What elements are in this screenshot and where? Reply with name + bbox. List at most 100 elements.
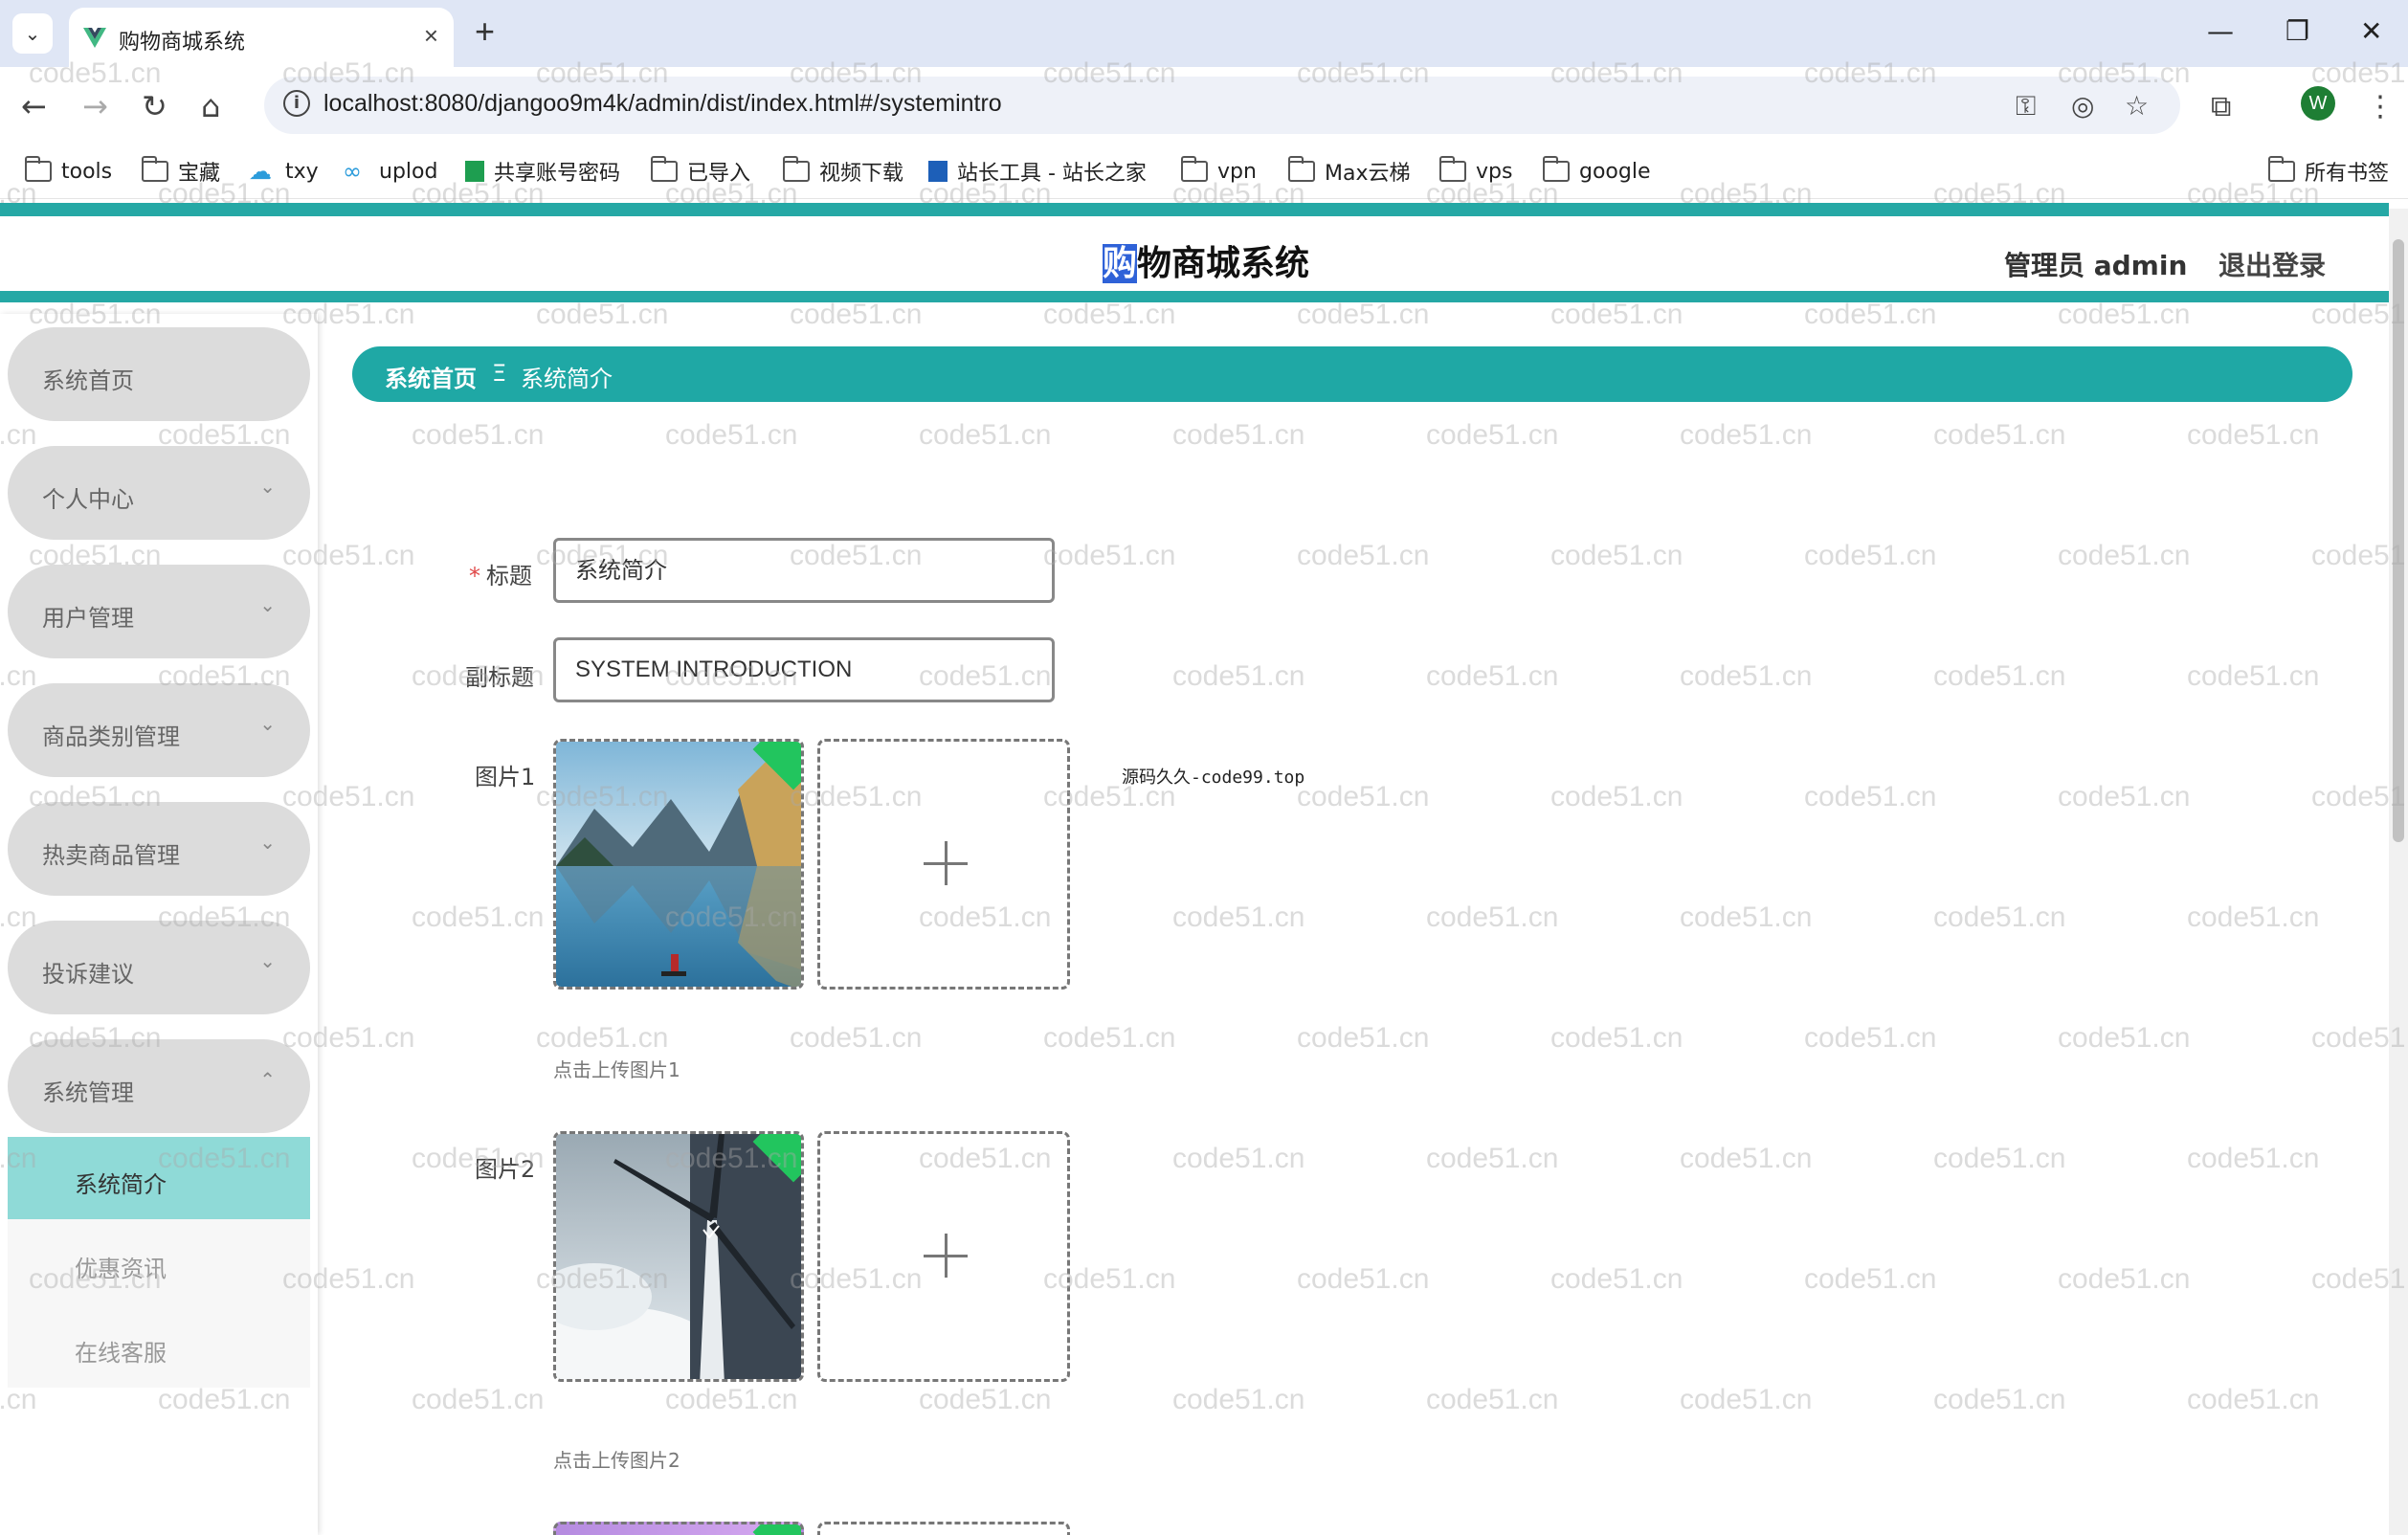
site-icon [928,161,948,182]
bookmark-tools[interactable]: tools [25,155,112,188]
home-icon[interactable]: ⌂ [201,88,220,124]
image1-thumbnail[interactable] [553,739,804,990]
scrollbar-thumb[interactable] [2393,239,2404,842]
bookmark-txy[interactable]: ☁ txy [249,155,319,188]
breadcrumb-home[interactable]: 系统首页 [385,360,477,393]
back-icon[interactable]: ← [21,88,47,124]
subtitle-field-label: 副标题 [465,664,534,691]
breadcrumb: 系统首页 Ξ 系统简介 [352,346,2352,402]
bookmark-uplod[interactable]: ∞ uplod [343,155,437,188]
subtitle-input[interactable]: SYSTEM INTRODUCTION [553,637,1055,702]
password-key-icon[interactable]: ⚿ [2016,90,2036,122]
sidebar-item-personal[interactable]: 个人中心 ⌄ [8,446,310,540]
bookmark-label: vpn [1217,159,1257,184]
bookmark-vps[interactable]: vps [1439,155,1512,188]
reload-icon[interactable]: ↻ [142,88,167,124]
header-top-stripe [0,203,2389,216]
sidebar-item-label: 用户管理 [42,605,134,632]
bookmark-label: 已导入 [687,162,751,186]
sidebar-item-categories[interactable]: 商品类别管理 ⌄ [8,683,310,777]
screenshot-icon[interactable]: ◎ [2071,90,2094,122]
folder-icon [783,156,810,182]
image3-thumbnail[interactable] [553,1522,804,1535]
menu-kebab-icon[interactable]: ⋮ [2366,90,2395,123]
bookmark-baozang[interactable]: 宝藏 [142,155,220,188]
bookmark-label: 宝藏 [178,162,221,186]
sidebar-item-label: 热卖商品管理 [42,842,180,869]
extensions-icon[interactable]: ⧉ [2211,90,2231,123]
submenu-item-online-service[interactable]: 在线客服 [8,1305,310,1388]
chevron-down-icon: ⌄ [24,22,41,45]
app-title-selected-char: 购 [1103,244,1138,283]
sidebar-item-label: 投诉建议 [42,961,134,988]
bookmark-max[interactable]: Max云梯 [1288,155,1410,188]
submenu-item-label: 在线客服 [75,1340,167,1367]
app-root: 购物商城系统 管理员 admin 退出登录 系统首页 个人中心 ⌄ 用户管理 ⌄ 商… [0,199,2408,1535]
restore-icon[interactable]: ❐ [2285,15,2309,47]
title-input[interactable]: 系统简介 [553,538,1055,603]
chevron-down-icon: ⌄ [259,593,276,616]
folder-icon [1181,156,1208,182]
image2-field-label: 图片2 [475,1156,536,1183]
browser-tab[interactable]: 购物商城系统 × [69,8,454,67]
bookmark-google[interactable]: google [1543,155,1651,188]
chevron-down-icon: ⌄ [259,949,276,972]
profile-avatar[interactable]: W [2301,86,2335,121]
image1-upload-button[interactable] [817,739,1070,990]
submenu-item-label: 系统简介 [75,1171,167,1198]
folder-icon [142,156,168,182]
url-text[interactable]: localhost:8080/djangoo9m4k/admin/dist/in… [323,90,1002,118]
sidebar-item-label: 商品类别管理 [42,723,180,750]
app-header: 购物商城系统 管理员 admin 退出登录 [0,216,2389,283]
tab-title: 购物商城系统 [119,31,246,55]
folder-icon [2268,156,2295,182]
bookmark-imported[interactable]: 已导入 [651,155,750,188]
bookmark-star-icon[interactable]: ☆ [2125,90,2149,122]
folder-icon [1439,156,1466,182]
lake-mountain-image [556,742,801,987]
image3-upload-button[interactable] [817,1522,1070,1535]
page-scrollbar[interactable] [2389,209,2408,1535]
close-window-icon[interactable]: ✕ [2360,15,2382,47]
folder-icon [1288,156,1315,182]
chevron-up-icon: ⌃ [259,1068,276,1091]
all-bookmarks[interactable]: 所有书签 [2268,155,2389,188]
sidebar-item-hot-products[interactable]: 热卖商品管理 ⌄ [8,802,310,896]
breadcrumb-current: 系统简介 [521,366,613,392]
image1-field-label: 图片1 [475,764,536,790]
bookmark-label: 站长工具 - 站长之家 [957,162,1147,186]
overlay-note: 源码久久-code99.top [1122,768,1305,788]
image2-upload-button[interactable] [817,1131,1070,1382]
logout-button[interactable]: 退出登录 [2218,245,2326,283]
submenu-item-system-intro[interactable]: 系统简介 [8,1137,310,1219]
bookmark-label: 视频下载 [819,162,904,186]
address-bar[interactable]: i localhost:8080/djangoo9m4k/admin/dist/… [264,77,2180,134]
chevron-down-icon: ⌄ [259,712,276,735]
forward-icon[interactable]: → [82,88,108,124]
bookmark-vpn[interactable]: vpn [1181,155,1257,188]
bookmark-chinaz[interactable]: 站长工具 - 站长之家 [928,155,1147,188]
sidebar-item-home[interactable]: 系统首页 [8,327,310,421]
bookmark-shared-accounts[interactable]: 共享账号密码 [465,155,620,188]
system-submenu: 系统简介 优惠资讯 在线客服 [8,1137,310,1388]
folder-icon [1543,156,1570,182]
admin-label: 管理员 admin [2004,250,2188,281]
site-info-icon[interactable]: i [283,90,310,117]
image2-thumbnail[interactable] [553,1131,804,1382]
bookmark-video-download[interactable]: 视频下载 [783,155,903,188]
sidebar-item-label: 系统首页 [42,367,134,394]
tab-search-button[interactable]: ⌄ [12,13,53,54]
minimize-icon[interactable]: — [2207,15,2234,47]
close-tab-icon[interactable]: × [424,21,438,51]
sidebar-item-complaints[interactable]: 投诉建议 ⌄ [8,921,310,1014]
header-bottom-stripe [0,291,2389,302]
new-tab-icon[interactable]: + [475,11,495,52]
image1-hint: 点击上传图片1 [553,1058,680,1081]
sidebar-item-system[interactable]: 系统管理 ⌃ [8,1039,310,1133]
bookmark-label: uplod [379,159,438,184]
bookmark-label: tools [61,159,113,184]
cloud-icon: ☁ [249,158,272,185]
sidebar-item-users[interactable]: 用户管理 ⌄ [8,565,310,658]
app-title-rest: 物商城系统 [1137,244,1310,283]
submenu-item-discount-news[interactable]: 优惠资讯 [8,1221,310,1303]
